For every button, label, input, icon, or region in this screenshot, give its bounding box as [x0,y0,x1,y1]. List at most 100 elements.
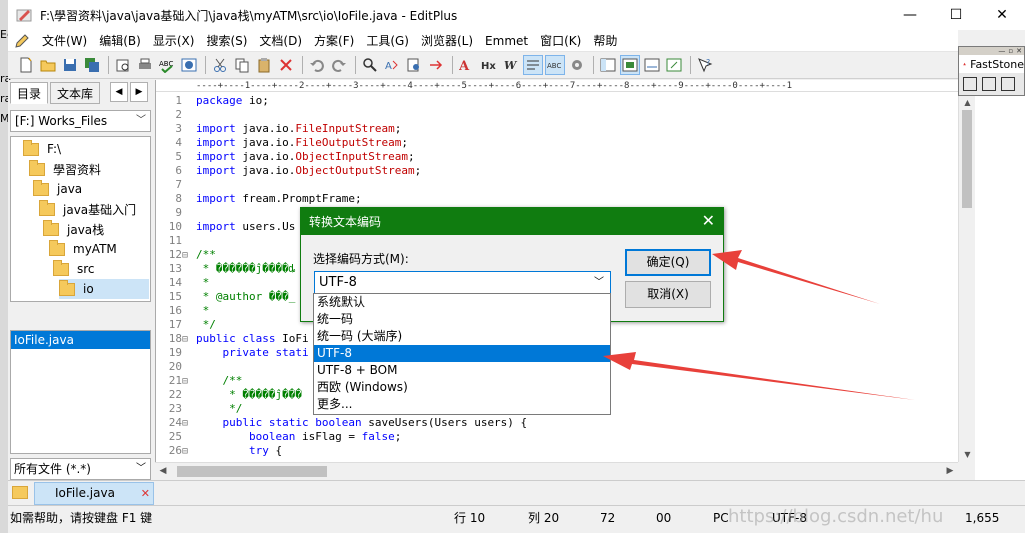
delete-icon[interactable] [276,55,296,75]
print-preview-icon[interactable] [113,55,133,75]
goto-line-icon[interactable] [426,55,446,75]
scroll-up-icon[interactable]: ▲ [959,96,976,110]
save-icon[interactable] [60,55,80,75]
code-token: stati [275,346,309,359]
settings-gear-icon[interactable] [567,55,587,75]
capture-region-icon[interactable] [982,77,996,91]
tree-node-study[interactable]: 學習资料 [29,159,101,179]
ruler-icon[interactable] [523,55,543,75]
menu-document[interactable]: 文档(D) [253,30,308,52]
new-file-icon[interactable] [16,55,36,75]
fold-marker-icon[interactable]: ⊟ [182,249,196,263]
paste-icon[interactable] [254,55,274,75]
menu-project[interactable]: 方案(F) [308,30,360,52]
close-tab-icon[interactable]: ✕ [141,483,150,504]
cancel-button[interactable]: 取消(X) [625,281,711,308]
file-list-item[interactable]: IoFile.java [11,331,150,349]
horizontal-scroll-thumb[interactable] [177,466,327,477]
menu-view[interactable]: 显示(X) [147,30,201,52]
drive-select[interactable]: [F:] Works_Files ﹀ [10,110,151,132]
cliptext-window-icon[interactable] [620,55,640,75]
browser-icon[interactable] [179,55,199,75]
encoding-option[interactable]: 西欧 (Windows) [314,379,610,396]
vertical-scrollbar[interactable]: ▲ ▼ [958,96,975,462]
save-all-icon[interactable] [82,55,102,75]
spellcheck-icon[interactable]: ABC [157,55,177,75]
line-number-icon[interactable]: ABC [545,55,565,75]
directory-window-icon[interactable] [598,55,618,75]
encoding-option[interactable]: 统一码 (大端序) [314,328,610,345]
encoding-option[interactable]: UTF-8 + BOM [314,362,610,379]
document-tab-iofile[interactable]: IoFile.java ✕ [34,482,154,505]
faststone-capture-widget[interactable]: — ▫ ✕ FastStone [958,46,1025,96]
fold-marker-icon[interactable]: ⊟ [182,445,196,459]
menu-file[interactable]: 文件(W) [36,30,93,52]
print-icon[interactable] [135,55,155,75]
encoding-option-selected[interactable]: UTF-8 [314,345,610,362]
tree-node-label: java [57,182,83,196]
replace-icon[interactable]: A [382,55,402,75]
encoding-option[interactable]: 系统默认 [314,294,610,311]
fold-marker-icon[interactable]: ⊟ [182,333,196,347]
encoding-select[interactable]: UTF-8 ﹀ [314,271,611,294]
line-number: 4 [175,136,182,149]
open-folder-icon[interactable] [38,55,58,75]
context-help-icon[interactable]: ? [695,55,715,75]
find-in-files-icon[interactable] [404,55,424,75]
vertical-scroll-thumb[interactable] [962,110,972,208]
tab-scroll-right-icon[interactable]: ▶ [130,82,148,102]
dialog-title: 转换文本编码 [309,215,382,229]
toolbar-separator [108,56,109,74]
line-number: 7 [175,178,182,191]
file-type-filter-select[interactable]: 所有文件 (*.*) ﹀ [10,458,151,480]
menu-browser[interactable]: 浏览器(L) [415,30,479,52]
menu-edit[interactable]: 编辑(B) [93,30,147,52]
code-token: java.io. [235,164,296,177]
tree-node-io[interactable]: io [59,279,149,299]
dialog-close-icon[interactable]: ✕ [702,211,715,230]
menu-tools[interactable]: 工具(G) [360,30,415,52]
capture-fullscreen-icon[interactable] [1001,77,1015,91]
code-token: FileInputStream [295,122,395,135]
ok-button[interactable]: 确定(Q) [625,249,711,276]
tree-node-src[interactable]: src [53,259,95,279]
maximize-button[interactable]: ☐ [933,0,979,30]
tab-cliptext[interactable]: 文本库 [50,82,101,104]
tab-directory[interactable]: 目录 [10,82,49,104]
scroll-left-icon[interactable]: ◀ [155,463,171,480]
output-window-icon[interactable] [642,55,662,75]
tree-node-myatm[interactable]: myATM [49,239,117,259]
tree-node-java-basics[interactable]: java基础入门 [39,199,136,219]
copy-icon[interactable] [232,55,252,75]
hex-view-icon[interactable]: Hx [479,55,499,75]
word-wrap-icon[interactable]: W [501,55,521,75]
tree-node-java[interactable]: java [33,179,82,199]
font-icon[interactable]: A [457,55,477,75]
horizontal-scrollbar[interactable]: ◀ ▶ [155,462,958,479]
tree-node-java-stack[interactable]: java栈 [43,219,104,239]
menu-emmet[interactable]: Emmet [479,30,534,52]
menu-search[interactable]: 搜索(S) [200,30,253,52]
fold-marker-icon[interactable]: ⊟ [182,417,196,431]
encoding-option[interactable]: 更多... [314,396,610,413]
close-button[interactable]: ✕ [979,0,1025,30]
redo-icon[interactable] [329,55,349,75]
undo-icon[interactable] [307,55,327,75]
capture-window-icon[interactable] [963,77,977,91]
find-icon[interactable] [360,55,380,75]
fold-marker-icon[interactable]: ⊟ [182,375,196,389]
fullscreen-icon[interactable] [664,55,684,75]
code-token: static [268,416,309,429]
tab-scroll-left-icon[interactable]: ◀ [110,82,128,102]
toolbar: ABC A A Hx W ABC ? [8,52,958,79]
faststone-title-row: FastStone [959,55,1024,73]
tree-node-label: myATM [73,242,117,256]
scroll-right-icon[interactable]: ▶ [942,463,958,480]
menu-help[interactable]: 帮助 [587,30,623,52]
minimize-button[interactable]: — [887,0,933,30]
scroll-down-icon[interactable]: ▼ [959,448,976,462]
tree-node-f-drive[interactable]: F:\ [23,139,61,159]
menu-window[interactable]: 窗口(K) [534,30,587,52]
cut-icon[interactable] [210,55,230,75]
encoding-option[interactable]: 统一码 [314,311,610,328]
